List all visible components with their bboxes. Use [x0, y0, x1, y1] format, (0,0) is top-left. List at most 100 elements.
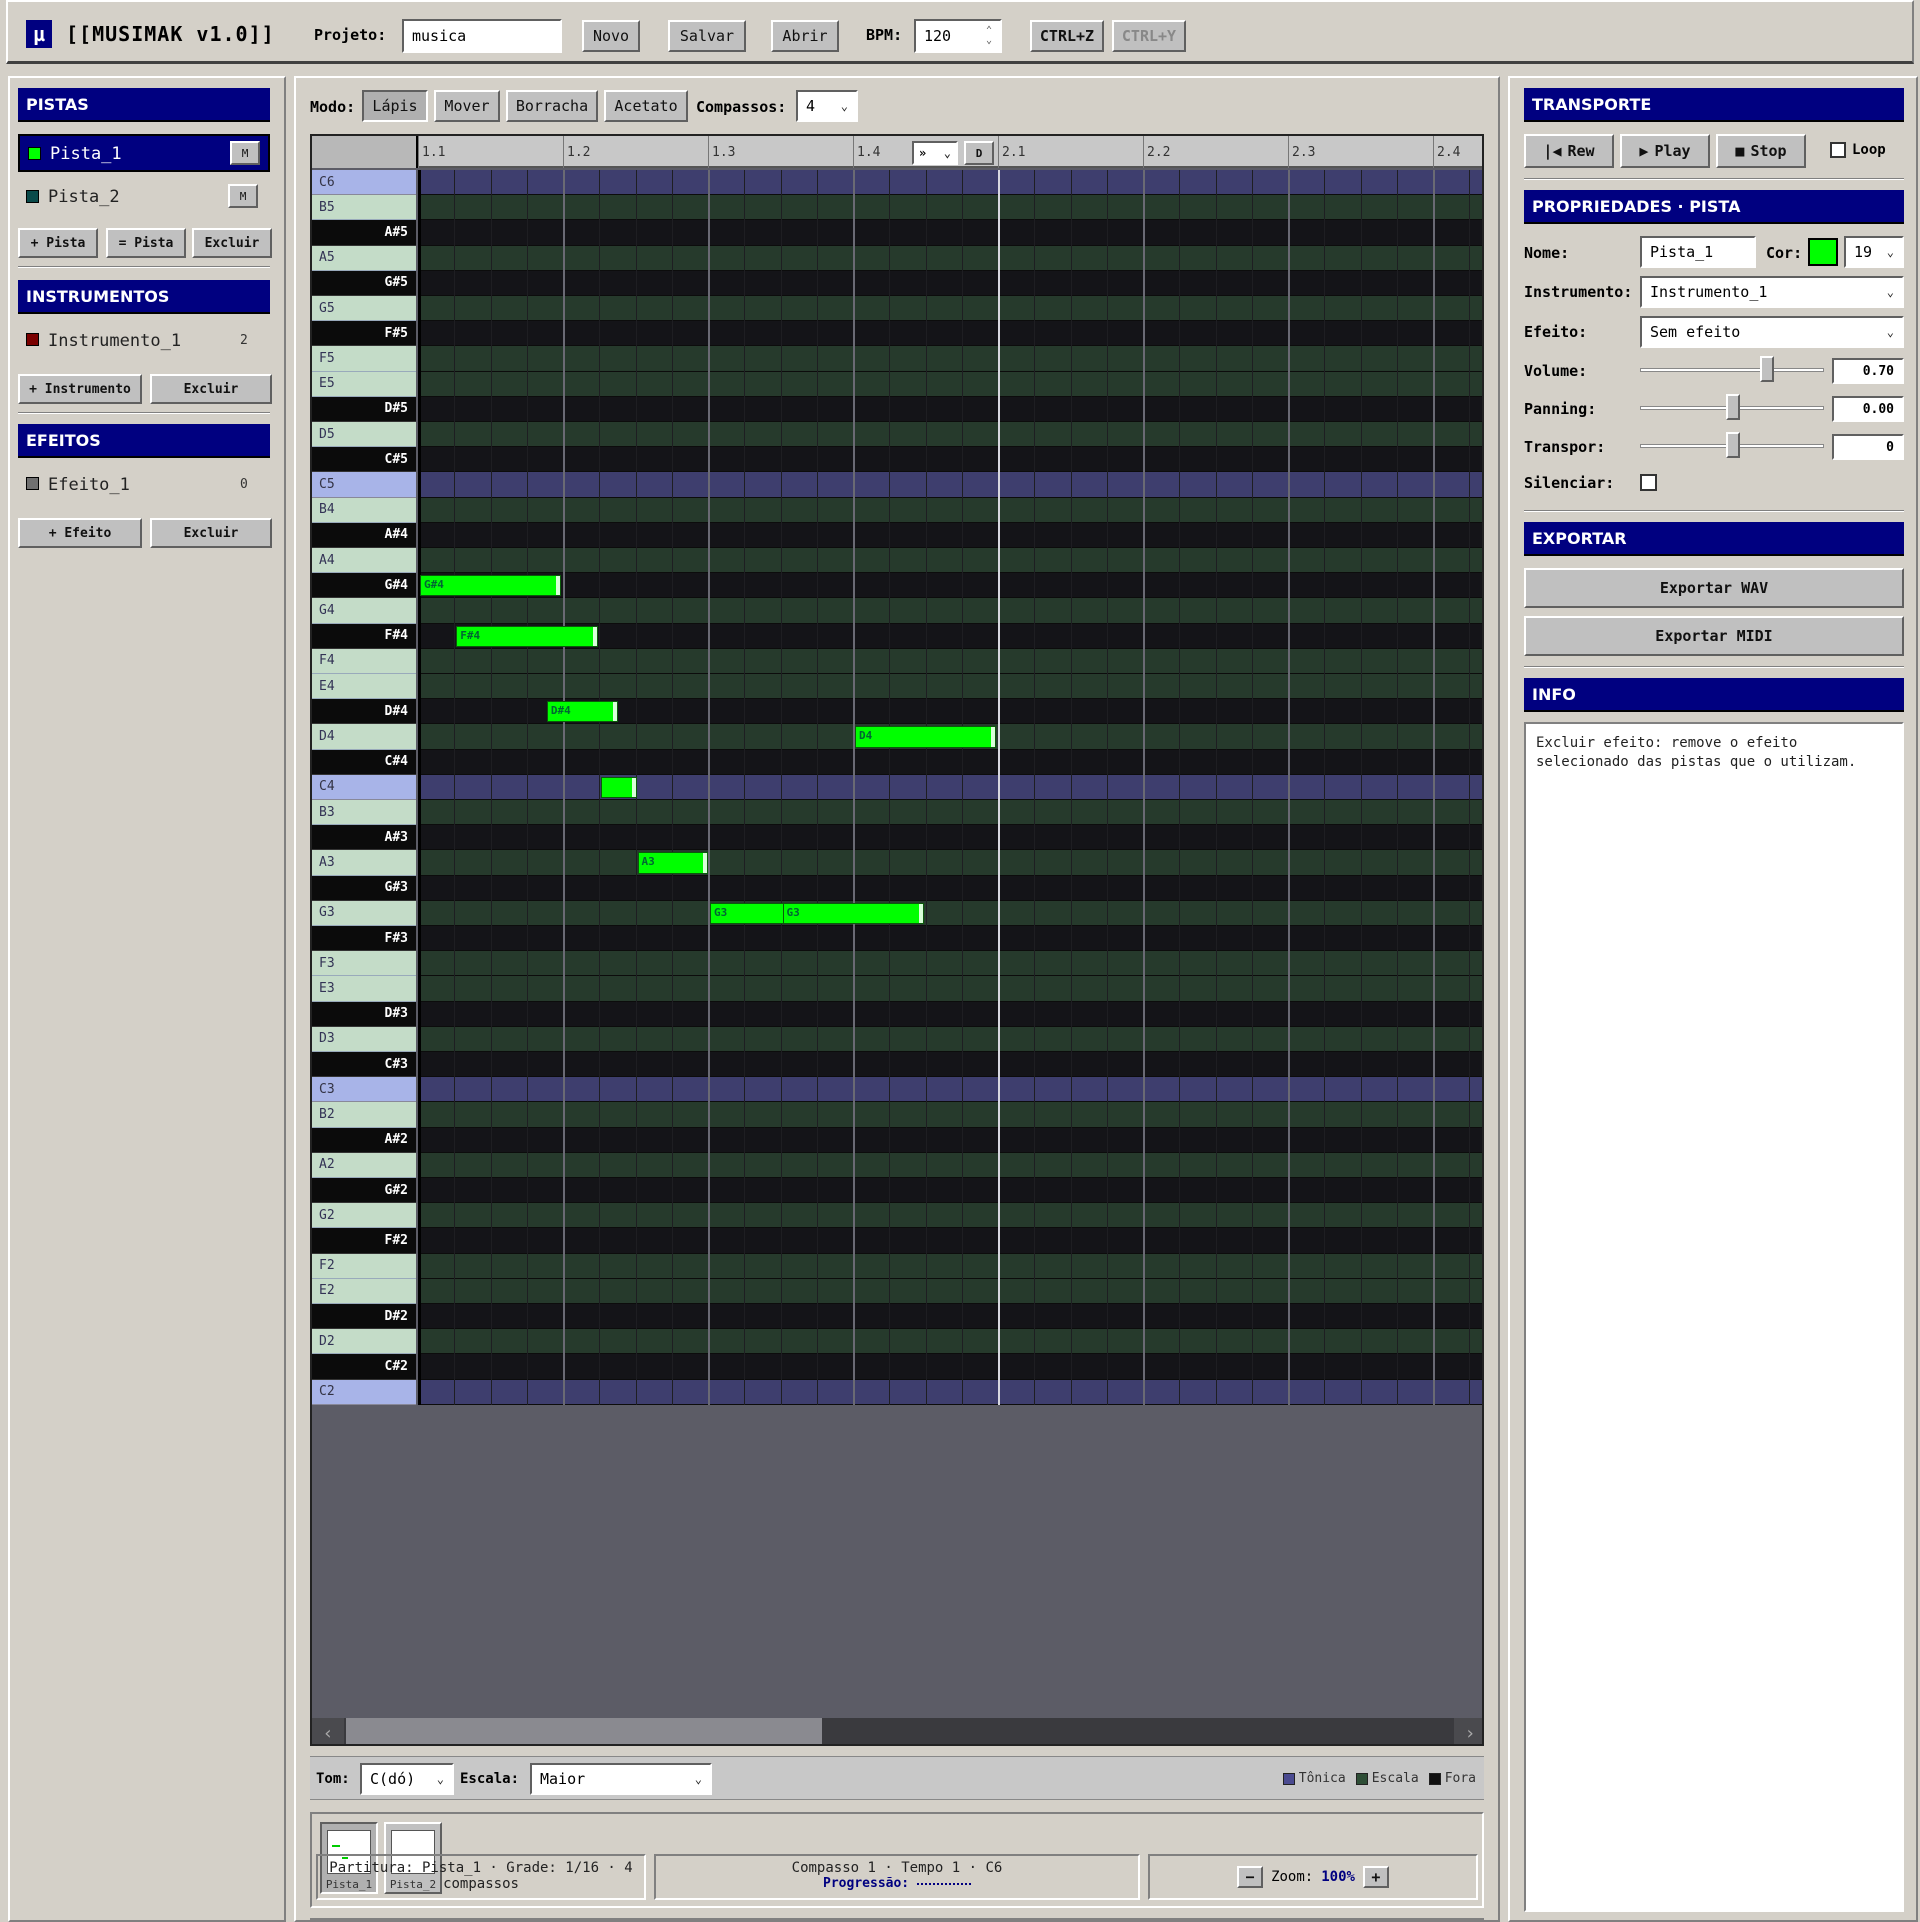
note-resize-handle[interactable]	[592, 626, 597, 646]
piano-key[interactable]: G5	[312, 296, 416, 322]
panning-slider-thumb[interactable]	[1726, 394, 1740, 420]
note-block[interactable]: D4	[855, 726, 997, 748]
transpose-slider[interactable]	[1640, 432, 1824, 458]
mute-button[interactable]: M	[230, 141, 260, 165]
piano-roll[interactable]: 1.1 1.2 1.3 1.4 2.1 2.2 2.3 2.4 » ⌄ D C6 B5 A#5 A5 G…	[310, 134, 1484, 1746]
duplicate-track-button[interactable]: = Pista	[106, 228, 186, 258]
new-button[interactable]: Novo	[582, 20, 640, 52]
piano-key[interactable]: D4	[312, 724, 416, 750]
undo-button[interactable]: CTRL+Z	[1030, 20, 1104, 52]
transpose-slider-thumb[interactable]	[1726, 432, 1740, 458]
instrument-item[interactable]: Instrumento_1 2	[18, 322, 270, 358]
piano-key[interactable]: D#5	[312, 396, 416, 422]
piano-key[interactable]: C6	[312, 170, 416, 196]
piano-key[interactable]: A#3	[312, 825, 416, 851]
piano-key[interactable]: B4	[312, 497, 416, 523]
checkbox-icon[interactable]	[1830, 142, 1846, 158]
piano-key[interactable]: B5	[312, 195, 416, 221]
ruler-select[interactable]: » ⌄	[912, 141, 958, 165]
zoom-out-button[interactable]: −	[1237, 1866, 1264, 1888]
note-grid[interactable]: G#4 F#4 D#4 D4 A3 G3 G3	[418, 170, 1482, 1405]
piano-key[interactable]: C#2	[312, 1354, 416, 1380]
piano-key[interactable]: C#3	[312, 1052, 416, 1078]
delete-effect-button[interactable]: Excluir	[150, 518, 272, 548]
delete-instrument-button[interactable]: Excluir	[150, 374, 272, 404]
delete-track-button[interactable]: Excluir	[192, 228, 272, 258]
piano-key[interactable]: A5	[312, 245, 416, 271]
bpm-spinner-icon[interactable]: ⌃ ⌄	[986, 26, 992, 46]
piano-key[interactable]: F#4	[312, 623, 416, 649]
piano-key[interactable]: G#5	[312, 270, 416, 296]
color-index-select[interactable]: 19 ⌄	[1844, 236, 1904, 268]
note-block[interactable]: F#4	[456, 625, 598, 647]
volume-slider-thumb[interactable]	[1760, 356, 1774, 382]
note-resize-handle[interactable]	[612, 702, 617, 722]
track-item-pista-2[interactable]: Pista_2 M	[18, 178, 270, 216]
piano-key[interactable]: E5	[312, 371, 416, 397]
save-button[interactable]: Salvar	[668, 20, 746, 52]
note-block[interactable]: D#4	[546, 701, 618, 723]
piano-key[interactable]: G#4	[312, 573, 416, 599]
piano-key[interactable]: D5	[312, 422, 416, 448]
mute-checkbox[interactable]	[1640, 474, 1657, 491]
scale-select[interactable]: Maior ⌄	[530, 1763, 712, 1795]
mode-move-button[interactable]: Mover	[434, 90, 500, 122]
effect-item[interactable]: Efeito_1 0	[18, 466, 270, 502]
volume-slider[interactable]	[1640, 356, 1824, 382]
add-track-button[interactable]: + Pista	[18, 228, 98, 258]
track-name-input[interactable]: Pista_1	[1640, 236, 1756, 268]
panning-slider[interactable]	[1640, 394, 1824, 420]
piano-keys[interactable]: C6 B5 A#5 A5 G#5 G5 F#5 F5 E5 D#5 D5 C#5 C5 B4 A#4 A4 G#…	[312, 170, 416, 1405]
mode-pencil-button[interactable]: Lápis	[362, 90, 428, 122]
piano-key[interactable]: F#5	[312, 321, 416, 347]
scroll-left-icon[interactable]: ‹	[312, 1718, 344, 1744]
key-select[interactable]: C(dó) ⌄	[360, 1763, 454, 1795]
piano-key[interactable]: A4	[312, 548, 416, 574]
note-resize-handle[interactable]	[556, 576, 561, 596]
export-midi-button[interactable]: Exportar MIDI	[1524, 616, 1904, 656]
piano-key[interactable]: B3	[312, 800, 416, 826]
piano-key[interactable]: A#2	[312, 1127, 416, 1153]
piano-key[interactable]: G#2	[312, 1178, 416, 1204]
scroll-thumb[interactable]	[346, 1718, 822, 1744]
piano-key[interactable]: A3	[312, 850, 416, 876]
piano-key[interactable]: D3	[312, 1026, 416, 1052]
export-wav-button[interactable]: Exportar WAV	[1524, 568, 1904, 608]
piano-key[interactable]: G#3	[312, 875, 416, 901]
piano-key[interactable]: D#2	[312, 1304, 416, 1330]
effect-select[interactable]: Sem efeito ⌄	[1640, 316, 1904, 348]
note-resize-handle[interactable]	[918, 903, 923, 923]
color-swatch[interactable]	[1808, 238, 1838, 266]
note-block[interactable]: G#4	[420, 575, 562, 597]
piano-key[interactable]: F2	[312, 1253, 416, 1279]
piano-key[interactable]: G3	[312, 900, 416, 926]
instrument-select[interactable]: Instrumento_1 ⌄	[1640, 276, 1904, 308]
piano-key[interactable]: F4	[312, 648, 416, 674]
piano-key[interactable]: C#4	[312, 749, 416, 775]
measures-select[interactable]: 4 ⌄	[796, 90, 858, 122]
note-block[interactable]: A3	[637, 852, 709, 874]
piano-key[interactable]: F3	[312, 951, 416, 977]
piano-key[interactable]: D#4	[312, 699, 416, 725]
panning-value[interactable]: 0.00	[1832, 396, 1904, 422]
piano-key[interactable]: G4	[312, 598, 416, 624]
piano-key[interactable]: G2	[312, 1203, 416, 1229]
piano-key[interactable]: F#2	[312, 1228, 416, 1254]
note-resize-handle[interactable]	[991, 727, 996, 747]
zoom-in-button[interactable]: +	[1362, 1866, 1389, 1888]
piano-key[interactable]: A#4	[312, 522, 416, 548]
open-button[interactable]: Abrir	[771, 20, 839, 52]
ruler-d-button[interactable]: D	[964, 141, 994, 165]
piano-key[interactable]: D2	[312, 1329, 416, 1355]
volume-value[interactable]: 0.70	[1832, 358, 1904, 384]
piano-key[interactable]: A2	[312, 1152, 416, 1178]
piano-key[interactable]: C2	[312, 1379, 416, 1405]
piano-key[interactable]: D#3	[312, 1001, 416, 1027]
piano-key[interactable]: C4	[312, 774, 416, 800]
mute-button[interactable]: M	[228, 184, 258, 208]
piano-key[interactable]: C#5	[312, 447, 416, 473]
scroll-right-icon[interactable]: ›	[1454, 1718, 1482, 1744]
piano-key[interactable]: E3	[312, 976, 416, 1002]
piano-key[interactable]: E4	[312, 674, 416, 700]
note-resize-handle[interactable]	[703, 853, 708, 873]
